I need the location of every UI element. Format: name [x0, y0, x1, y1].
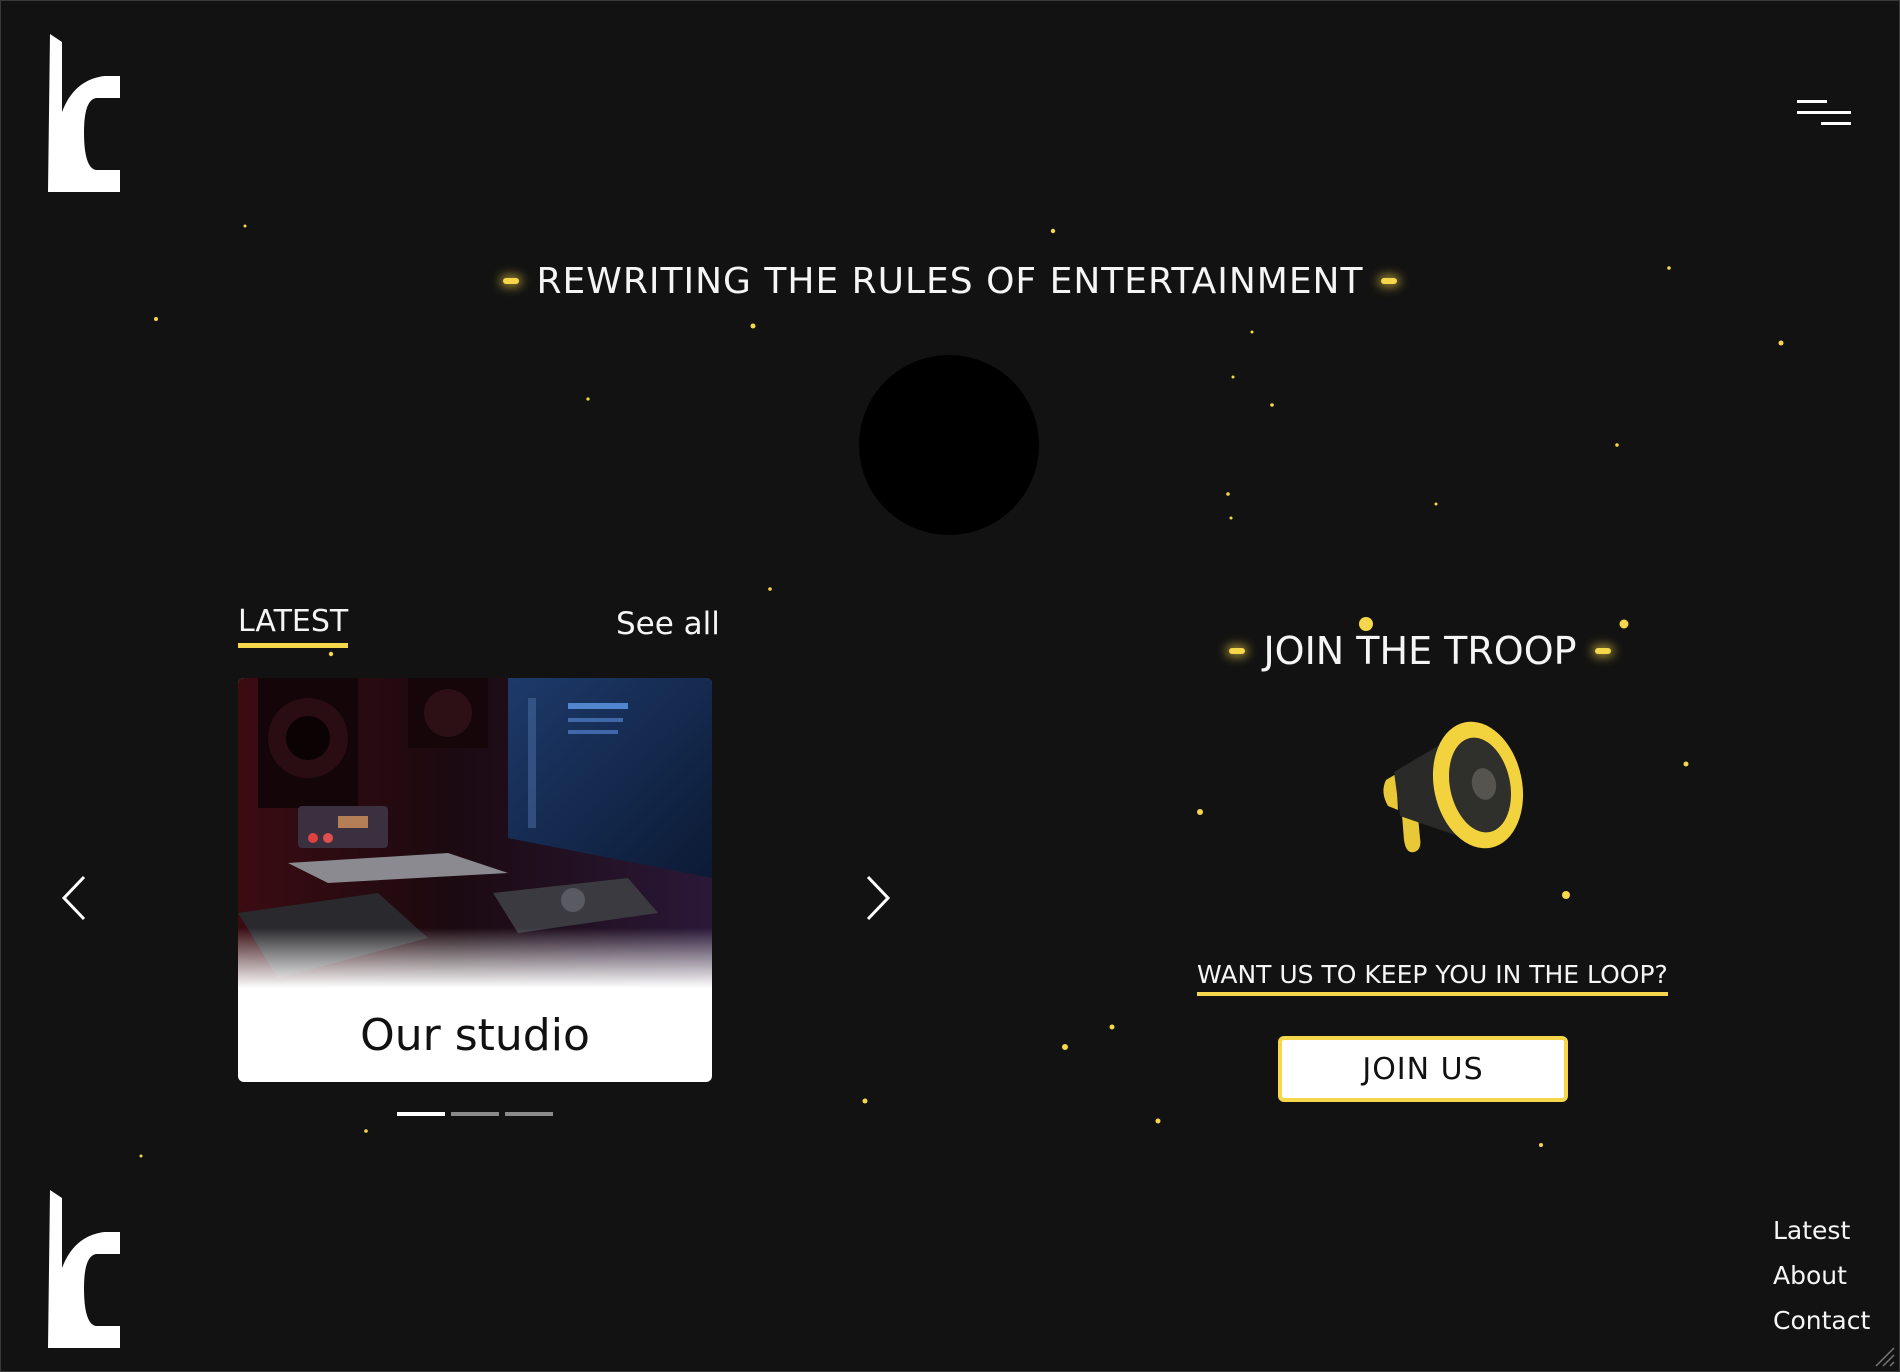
star-dot	[1667, 266, 1671, 270]
brand-logo-icon[interactable]	[48, 32, 120, 192]
star-dot	[1062, 1044, 1068, 1050]
latest-tab[interactable]: LATEST	[238, 604, 349, 648]
see-all-link[interactable]: See all	[616, 606, 720, 642]
troop-heading: JOIN THE TROOP	[1180, 626, 1660, 676]
star-dot	[1229, 516, 1233, 520]
star-dot	[1615, 443, 1619, 447]
star-dot	[1539, 1143, 1543, 1147]
star-dot	[1683, 761, 1689, 767]
star-dot	[1226, 492, 1230, 496]
brand-logo-icon[interactable]	[48, 1188, 120, 1348]
newsletter-prompt: WANT US TO KEEP YOU IN THE LOOP?	[1197, 960, 1668, 996]
star-dot	[139, 1154, 143, 1158]
star-dot	[1231, 375, 1235, 379]
star-dot	[1050, 228, 1056, 234]
hero-orb	[859, 355, 1039, 535]
star-dot	[328, 651, 334, 657]
footer-link-contact[interactable]: Contact	[1773, 1298, 1870, 1343]
star-dot	[243, 224, 247, 228]
star-dot	[862, 1098, 868, 1104]
star-dot	[364, 1129, 368, 1133]
star-dot	[1155, 1118, 1161, 1124]
card-title: Our studio	[360, 1009, 590, 1061]
hero-heading: REWRITING THE RULES OF ENTERTAINMENT	[500, 256, 1400, 306]
accent-dash	[502, 278, 519, 284]
join-us-button[interactable]: JOIN US	[1278, 1036, 1568, 1102]
star-dot	[1270, 403, 1274, 407]
star-dot	[1778, 340, 1784, 346]
latest-card[interactable]: Our studio	[238, 678, 712, 1082]
star-dot	[1434, 502, 1438, 506]
star-dot	[1250, 330, 1254, 334]
hero-title: REWRITING THE RULES OF ENTERTAINMENT	[536, 260, 1364, 302]
star-dot	[586, 397, 590, 401]
accent-dash	[1381, 278, 1398, 284]
carousel-pager	[397, 1112, 553, 1116]
troop-title: JOIN THE TROOP	[1263, 629, 1577, 673]
hamburger-menu-icon[interactable]	[1797, 96, 1851, 132]
pager-dot[interactable]	[505, 1112, 553, 1116]
star-dot	[768, 587, 772, 591]
accent-dash	[1594, 648, 1611, 654]
footer-link-about[interactable]: About	[1773, 1253, 1870, 1298]
footer-nav: Latest About Contact	[1773, 1208, 1870, 1343]
studio-image	[238, 678, 712, 988]
chevron-right-icon[interactable]	[862, 873, 894, 923]
accent-dash	[1229, 648, 1246, 654]
star-dot	[1562, 891, 1570, 899]
star-dot	[1109, 1024, 1115, 1030]
resize-grip-icon[interactable]	[1872, 1344, 1896, 1368]
footer-link-latest[interactable]: Latest	[1773, 1208, 1870, 1253]
megaphone-icon	[1383, 721, 1524, 853]
pager-dot[interactable]	[451, 1112, 499, 1116]
star-dot	[1197, 809, 1203, 815]
pager-dot[interactable]	[397, 1112, 445, 1116]
star-dot	[154, 317, 158, 321]
star-dot	[750, 323, 756, 329]
chevron-left-icon[interactable]	[58, 873, 90, 923]
